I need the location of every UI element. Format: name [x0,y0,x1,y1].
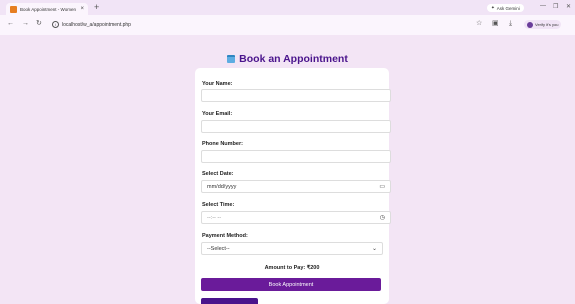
tab-close-icon[interactable]: × [80,6,84,12]
profile-button[interactable]: Verify it's you [524,20,562,29]
secondary-button[interactable] [201,298,258,304]
restore-button[interactable]: ❐ [553,3,558,10]
payment-selected: --Select-- [207,245,230,252]
tab-title: Book Appointment - Women I [20,6,78,12]
address-bar: ← → ↻ i localhost/w_a/appointment.php ☆ … [0,15,575,35]
star-icon[interactable]: ☆ [476,20,482,28]
book-appointment-button[interactable]: Book Appointment [201,278,381,291]
payment-select[interactable]: --Select-- ⌄ [201,242,383,255]
close-window-button[interactable]: ✕ [566,3,571,10]
reload-icon[interactable]: ↻ [36,20,42,28]
date-placeholder: mm/dd/yyyy [207,183,237,190]
name-input[interactable] [201,89,391,102]
url-text: localhost/w_a/appointment.php [62,21,131,28]
sidebar-icon[interactable]: ▣ [492,20,499,28]
phone-input[interactable] [201,150,391,163]
ask-gemini-button[interactable]: ✦ Ask Gemini [487,4,524,12]
back-icon[interactable]: ← [7,20,14,28]
new-tab-button[interactable]: + [94,3,99,12]
ask-gemini-label: Ask Gemini [496,5,520,11]
calendar-icon [227,55,236,63]
date-input[interactable]: mm/dd/yyyy ▭ [201,180,391,193]
tab-bar: Book Appointment - Women I × + ✦ Ask Gem… [0,0,575,15]
page-title: Book an Appointment [0,53,575,65]
payment-label: Payment Method: [202,233,248,239]
email-input[interactable] [201,120,391,133]
calendar-picker-icon[interactable]: ▭ [379,183,385,190]
amount-text: Amount to Pay: ₹200 [264,265,320,271]
time-label: Select Time: [202,202,235,208]
forward-icon[interactable]: → [22,20,29,28]
time-input[interactable]: --:-- -- ◷ [201,211,391,224]
avatar [527,21,533,28]
appointment-form: Your Name: Your Email: Phone Number: Sel… [195,68,391,304]
time-placeholder: --:-- -- [207,214,222,221]
site-info-icon[interactable]: i [52,21,59,28]
download-icon[interactable]: ⤓ [509,20,512,28]
browser-tab[interactable]: Book Appointment - Women I × [6,3,88,15]
date-label: Select Date: [202,171,234,177]
email-label: Your Email: [202,111,233,117]
name-label: Your Name: [202,81,233,87]
chevron-down-icon: ⌄ [371,246,377,252]
phone-label: Phone Number: [202,141,243,147]
page-title-text: Book an Appointment [239,53,348,65]
gemini-icon: ✦ [491,5,495,10]
clock-icon[interactable]: ◷ [380,214,385,221]
minimize-button[interactable]: — [540,3,546,9]
favicon-icon [10,5,17,13]
url-field[interactable]: i localhost/w_a/appointment.php [52,19,464,30]
verify-label: Verify it's you [535,22,559,27]
